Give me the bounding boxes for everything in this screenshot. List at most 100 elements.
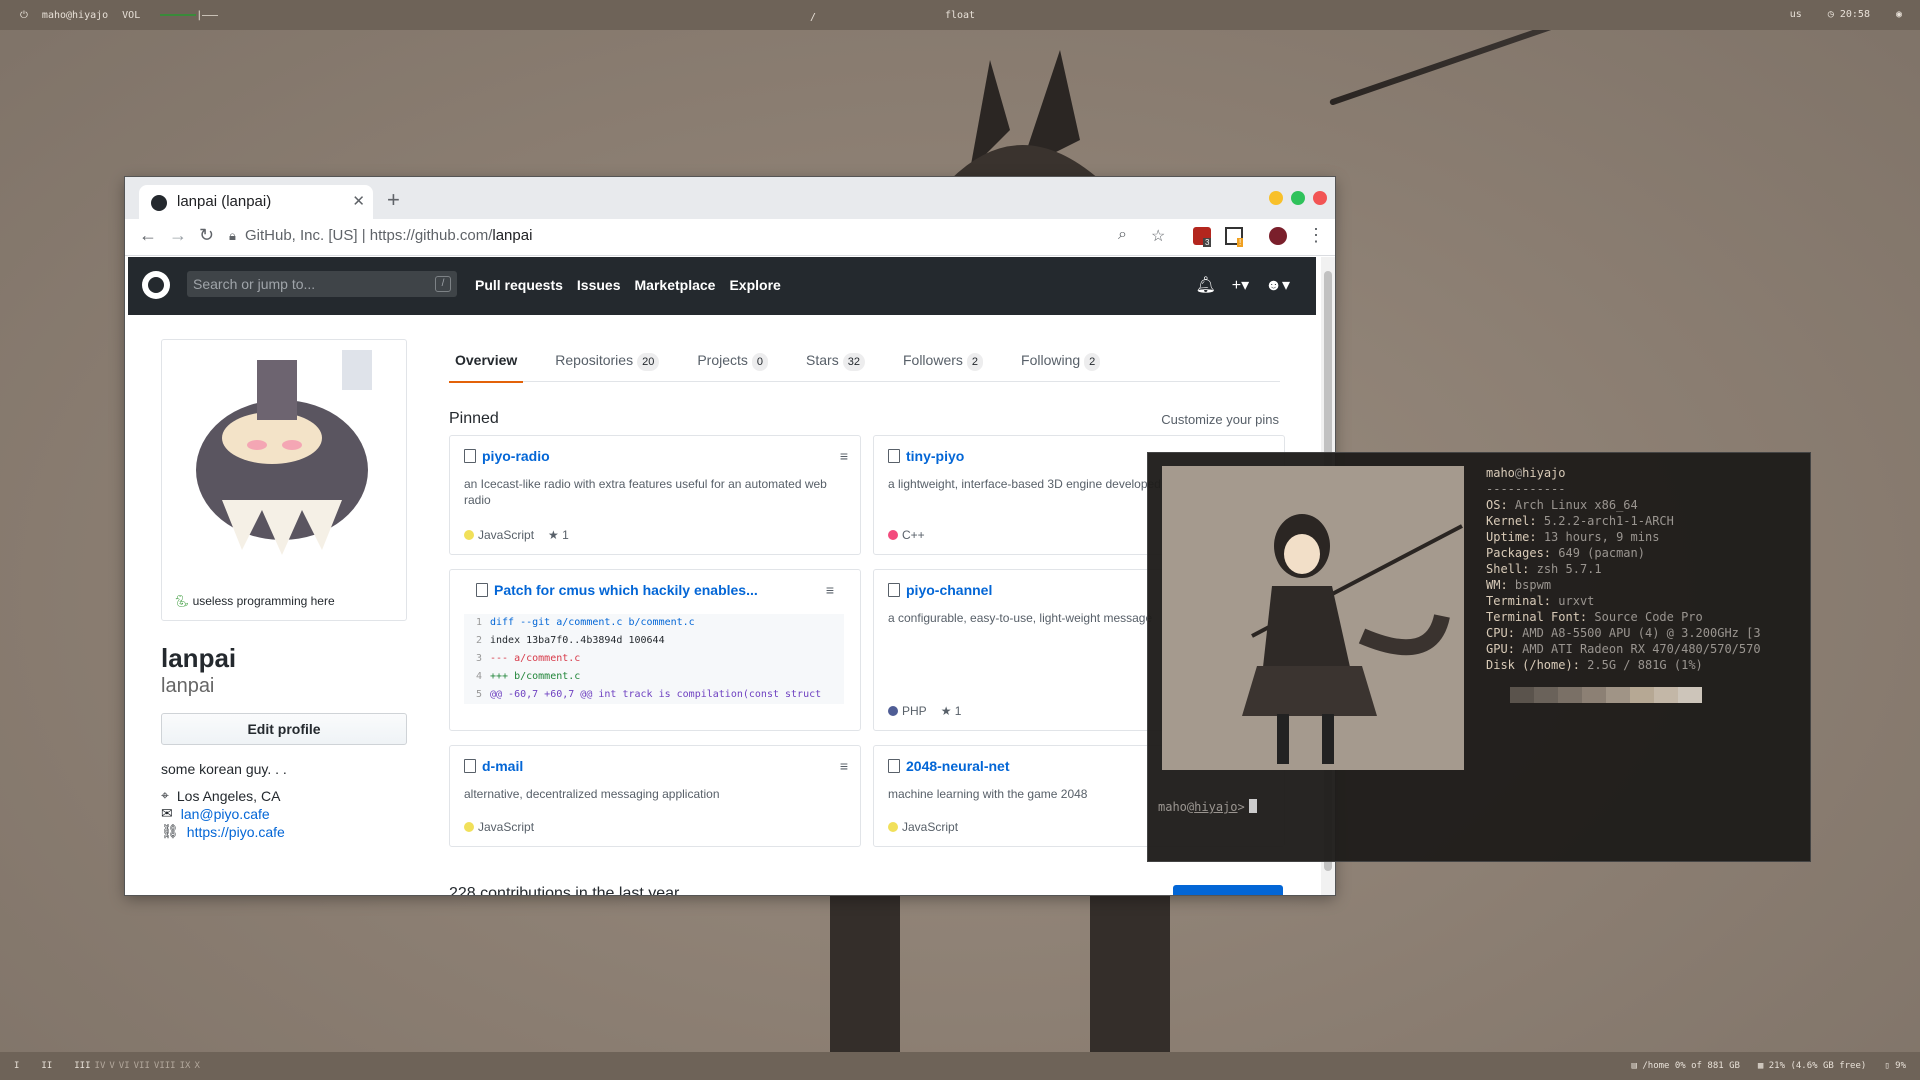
anime-character-illustration: [1162, 466, 1464, 770]
pinned-gist-card: Patch for cmus which hackily enables... …: [449, 569, 861, 731]
workspace-10[interactable]: X: [194, 1061, 199, 1071]
workspace-4[interactable]: IV: [95, 1061, 106, 1071]
nav-marketplace[interactable]: Marketplace: [635, 277, 716, 293]
nav-pull-requests[interactable]: Pull requests: [475, 277, 563, 293]
notification-bell-icon[interactable]: 🔔︎: [1195, 275, 1215, 295]
diff-line: 1 diff --git a/comment.c b/comment.c: [475, 617, 695, 628]
browser-toolbar: ← → ↻ 🔒︎ GitHub, Inc. [US] | https://git…: [125, 219, 1335, 256]
new-tab-button[interactable]: +: [387, 187, 400, 213]
diff-line: 5 @@ -60,7 +60,7 @@ int track is compilat…: [475, 689, 822, 700]
workspace-5[interactable]: V: [109, 1061, 114, 1071]
repo-link[interactable]: tiny-piyo: [906, 448, 964, 464]
repo-icon: [464, 449, 476, 463]
repo-description: alternative, decentralized messaging app…: [464, 787, 720, 801]
tab-following[interactable]: Following 2: [1015, 351, 1106, 381]
language-dot-icon: [464, 530, 474, 540]
extension-badge: !: [1237, 238, 1244, 247]
repo-link[interactable]: 2048-neural-net: [906, 758, 1009, 774]
forward-icon[interactable]: →: [169, 225, 187, 246]
maximize-button[interactable]: [1291, 191, 1305, 205]
contribution-settings-button[interactable]: [1173, 885, 1283, 895]
repo-icon: [888, 449, 900, 463]
profile-website: ⛓ https://piyo.cafe: [161, 823, 285, 840]
repo-meta: C++: [888, 528, 925, 542]
close-window-button[interactable]: [1313, 191, 1327, 205]
language: JavaScript: [888, 820, 958, 834]
repo-meta: PHP ★ 1: [888, 704, 961, 718]
certificate-label: GitHub, Inc. [US]: [245, 227, 358, 244]
drag-handle-icon[interactable]: ≡: [840, 758, 848, 774]
minimize-button[interactable]: [1269, 191, 1283, 205]
edit-profile-button[interactable]: Edit profile: [161, 713, 407, 745]
workspace-3[interactable]: III: [74, 1061, 90, 1071]
workspace-1[interactable]: I: [14, 1061, 19, 1071]
search-input[interactable]: Search or jump to... /: [187, 271, 457, 297]
bookmark-star-icon[interactable]: ☆: [1151, 226, 1165, 246]
pinned-card: piyo-radio ≡ an Icecast-like radio with …: [449, 435, 861, 555]
profile-name: lanpai: [161, 643, 237, 673]
profile-email: ✉ lan@piyo.cafe: [161, 805, 270, 822]
discord-icon[interactable]: ◉: [1896, 9, 1902, 20]
repo-link[interactable]: d-mail: [482, 758, 523, 774]
palette-swatch: [1678, 687, 1702, 703]
neofetch-info: maho@hiyajo ----------- OS: Arch Linux x…: [1486, 466, 1761, 672]
link-icon: ⛓: [161, 823, 179, 839]
gist-link[interactable]: Patch for cmus which hackily enables...: [494, 582, 758, 598]
stars[interactable]: ★ 1: [548, 528, 569, 542]
tab-title: lanpai (lanpai): [177, 193, 272, 210]
url-host: https://github.com/: [369, 227, 493, 244]
profile-tabs: Overview Repositories 20 Projects 0 Stars 3…: [449, 351, 1280, 383]
tab-overview[interactable]: Overview: [449, 351, 524, 383]
workspace-9[interactable]: IX: [180, 1061, 191, 1071]
palette-swatch: [1630, 687, 1654, 703]
battery-status: ▯ 9%: [1884, 1061, 1906, 1071]
palette-swatch: [1510, 687, 1534, 703]
workspace-7[interactable]: VII: [134, 1061, 150, 1071]
repo-link[interactable]: piyo-radio: [482, 448, 550, 464]
tab-followers[interactable]: Followers 2: [897, 351, 989, 381]
diff-line: 4 +++ b/comment.c: [475, 671, 581, 682]
workspace-6[interactable]: VI: [119, 1061, 130, 1071]
star-icon: ★: [548, 528, 559, 542]
close-tab-icon[interactable]: ✕: [352, 192, 365, 210]
tab-repositories[interactable]: Repositories 20: [549, 351, 665, 381]
nav-issues[interactable]: Issues: [577, 277, 621, 293]
neofetch-image: [1162, 466, 1464, 770]
zoom-icon[interactable]: ⌕: [1118, 226, 1127, 244]
workspace-8[interactable]: VIII: [154, 1061, 176, 1071]
create-new-plus-icon[interactable]: +▾: [1232, 275, 1249, 295]
profile-location: ⌖ Los Angeles, CA: [161, 787, 281, 804]
menu-kebab-icon[interactable]: ⋮: [1307, 225, 1325, 246]
tab-projects[interactable]: Projects 0: [691, 351, 774, 381]
nav-explore[interactable]: Explore: [729, 277, 780, 293]
user-menu-avatar[interactable]: ☻▾: [1265, 275, 1290, 295]
tab-stars[interactable]: Stars 32: [800, 351, 871, 381]
tab-strip: lanpai (lanpai) ✕ +: [125, 177, 1335, 219]
profile-avatar[interactable]: 🐍︎ useless programming here: [161, 339, 407, 621]
window-mode: float: [944, 10, 976, 21]
customize-pins-link[interactable]: Customize your pins: [1161, 412, 1279, 427]
repo-link[interactable]: piyo-channel: [906, 582, 992, 598]
header-actions: 🔔︎ +▾ ☻▾: [1195, 275, 1290, 295]
back-icon[interactable]: ←: [139, 225, 157, 246]
drag-handle-icon[interactable]: ≡: [826, 582, 834, 598]
workspace-2[interactable]: II: [41, 1061, 52, 1071]
top-status-bar: ⏻ maho@hiyajo VOL | / float us ◷ 20:58 ◉: [0, 0, 1920, 30]
reload-icon[interactable]: ↻: [199, 225, 214, 246]
stars[interactable]: ★ 1: [941, 704, 962, 718]
repo-icon: [888, 759, 900, 773]
address-bar[interactable]: GitHub, Inc. [US] | https://github.com/l…: [245, 227, 532, 244]
profile-avatar-icon[interactable]: [1269, 227, 1287, 245]
shell-prompt[interactable]: maho@hiyajo>: [1158, 799, 1257, 814]
mail-icon: ✉: [161, 805, 173, 821]
battery-icon: ▯: [1884, 1061, 1890, 1071]
window-mode-left: /: [810, 12, 817, 23]
browser-tab[interactable]: lanpai (lanpai) ✕: [139, 185, 373, 219]
drag-handle-icon[interactable]: ≡: [840, 448, 848, 464]
color-palette: [1510, 687, 1702, 703]
terminal-window[interactable]: maho@hiyajo ----------- OS: Arch Linux x…: [1147, 452, 1811, 862]
user-status[interactable]: 🐍︎ useless programming here: [174, 594, 335, 608]
disk-status: ▤ /home 0% of 881 GB: [1631, 1061, 1740, 1071]
diff-line: 3 --- a/comment.c: [475, 653, 581, 664]
github-logo-icon[interactable]: [142, 271, 170, 299]
